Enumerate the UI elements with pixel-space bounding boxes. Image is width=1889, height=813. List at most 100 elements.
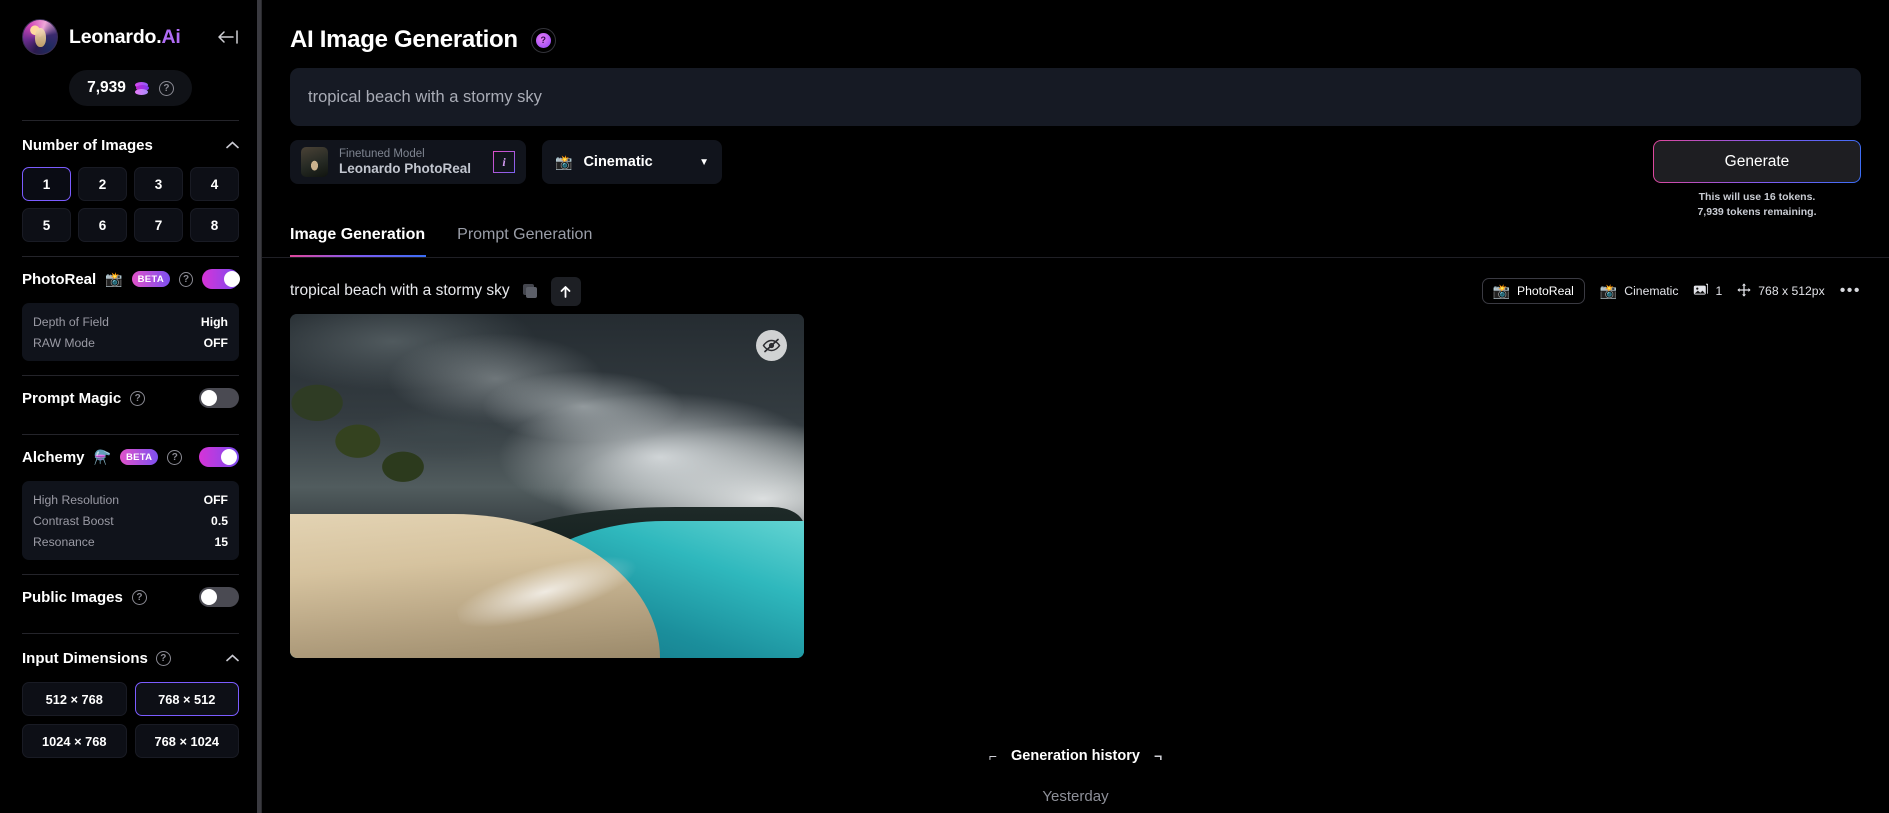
generation-history-header[interactable]: ⌐ Generation history ¬: [989, 748, 1162, 764]
photoreal-help-icon[interactable]: ?: [178, 271, 193, 287]
main-content: AI Image Generation ? tropical beach wit…: [262, 0, 1889, 813]
meta-model-chip[interactable]: 📸 PhotoReal: [1481, 278, 1585, 305]
divider: [22, 120, 239, 121]
credits-value: 7,939: [87, 79, 126, 96]
model-thumbnail: [301, 147, 328, 177]
input-dimensions-help-icon[interactable]: ?: [155, 650, 171, 666]
tab-image-generation[interactable]: Image Generation: [290, 226, 425, 257]
generate-token-note: This will use 16 tokens. 7,939 tokens re…: [1653, 190, 1861, 220]
public-images-help-icon[interactable]: ?: [131, 589, 147, 605]
number-of-images-header[interactable]: Number of Images: [22, 125, 239, 165]
num-images-option-6[interactable]: 6: [78, 208, 127, 242]
result-header: tropical beach with a stormy sky 📸 Photo…: [290, 268, 1861, 314]
camera-flash-icon: 📸: [1599, 283, 1618, 300]
brand-title: Leonardo.Ai: [69, 26, 181, 49]
setting-row[interactable]: High Resolution OFF: [33, 489, 228, 510]
page-title: AI Image Generation: [290, 26, 518, 53]
tab-bar-divider: [262, 257, 1889, 259]
setting-value: OFF: [203, 335, 228, 350]
num-images-option-3[interactable]: 3: [134, 167, 183, 201]
generation-history-section: ⌐ Generation history ¬ Yesterday: [262, 748, 1889, 813]
tab-prompt-generation[interactable]: Prompt Generation: [457, 226, 592, 257]
tab-bar: Image Generation Prompt Generation: [290, 226, 1861, 257]
arrow-down-left-icon: ⌐: [988, 748, 998, 764]
token-cost-line: This will use 16 tokens.: [1698, 191, 1816, 203]
brand-name: Leonardo.: [69, 25, 162, 48]
chevron-down-icon[interactable]: ▼: [699, 157, 709, 168]
arrow-down-right-icon: ¬: [1153, 748, 1163, 764]
alchemy-beta-badge: BETA: [119, 449, 159, 465]
finetuned-model-selector[interactable]: Finetuned Model Leonardo PhotoReal i: [290, 140, 526, 184]
info-circle-icon[interactable]: i: [493, 151, 515, 173]
num-images-option-8[interactable]: 8: [190, 208, 239, 242]
page-header: AI Image Generation ?: [290, 0, 1861, 54]
ellipsis-icon[interactable]: •••: [1840, 283, 1861, 299]
prompt-magic-help-icon[interactable]: ?: [130, 390, 146, 406]
setting-key: High Resolution: [33, 492, 120, 507]
setting-key: RAW Mode: [33, 335, 95, 350]
public-images-row: Public Images ?: [22, 575, 239, 619]
alchemy-settings-panel: High Resolution OFF Contrast Boost 0.5 R…: [22, 481, 239, 560]
photoreal-row: PhotoReal 📸 BETA ?: [22, 257, 240, 301]
chevron-up-icon[interactable]: [226, 141, 239, 149]
chevron-up-icon[interactable]: [226, 654, 239, 662]
token-coins-icon: [134, 81, 150, 95]
alchemy-toggle[interactable]: [199, 447, 239, 467]
sidebar-scrollbar[interactable]: [257, 0, 261, 813]
dimension-option-512x768[interactable]: 512 × 768: [22, 682, 127, 716]
upload-arrow-icon[interactable]: [550, 276, 581, 306]
num-images-option-1[interactable]: 1: [22, 167, 71, 201]
images-icon: [1693, 283, 1709, 299]
leonardo-logo-icon: [22, 19, 58, 55]
setting-value: 15: [214, 534, 228, 549]
help-circle-icon[interactable]: ?: [530, 27, 556, 53]
setting-row[interactable]: Contrast Boost 0.5: [33, 510, 228, 531]
prompt-magic-label: Prompt Magic: [22, 389, 122, 407]
controls-row: Finetuned Model Leonardo PhotoReal i 📸 C…: [290, 140, 1861, 220]
meta-style-chip[interactable]: 📸 Cinematic: [1600, 284, 1679, 298]
setting-row[interactable]: Depth of Field High: [33, 311, 228, 332]
photoreal-toggle[interactable]: [202, 269, 240, 289]
alchemy-label: Alchemy: [22, 448, 85, 466]
photoreal-beta-badge: BETA: [131, 271, 170, 287]
num-images-option-7[interactable]: 7: [134, 208, 183, 242]
result-prompt-text: tropical beach with a stormy sky: [290, 282, 510, 300]
style-selected-value: Cinematic: [583, 154, 653, 170]
input-dimensions-title: Input Dimensions: [22, 649, 148, 667]
history-day-label: Yesterday: [1042, 788, 1109, 805]
setting-row[interactable]: RAW Mode OFF: [33, 332, 228, 353]
brand-suffix: Ai: [161, 25, 181, 48]
setting-key: Contrast Boost: [33, 513, 114, 528]
credits-pill[interactable]: 7,939 ?: [69, 70, 192, 106]
num-images-option-4[interactable]: 4: [190, 167, 239, 201]
setting-value: High: [200, 314, 228, 329]
camera-flash-icon: 📸: [555, 154, 573, 170]
public-images-label: Public Images: [22, 588, 123, 606]
generate-button[interactable]: Generate: [1653, 140, 1861, 183]
brand-row: Leonardo.Ai: [22, 0, 239, 56]
prompt-input[interactable]: tropical beach with a stormy sky: [290, 68, 1861, 126]
public-images-toggle[interactable]: [199, 587, 239, 607]
camera-flash-icon: 📸: [105, 271, 123, 287]
alchemy-help-icon[interactable]: ?: [167, 449, 183, 465]
sidebar-collapse-icon[interactable]: [217, 30, 239, 44]
app-root: Leonardo.Ai 7,939 ? Number of Images 1 2…: [0, 0, 1889, 813]
dimension-option-768x1024[interactable]: 768 × 1024: [134, 724, 239, 758]
resize-arrows-icon: [1737, 283, 1751, 300]
generated-image-card[interactable]: [290, 314, 804, 659]
meta-style-label: Cinematic: [1624, 284, 1679, 299]
meta-model-label: PhotoReal: [1516, 284, 1574, 299]
setting-value: 0.5: [211, 513, 228, 528]
num-images-option-2[interactable]: 2: [78, 167, 127, 201]
meta-dimensions[interactable]: 768 x 512px: [1737, 283, 1825, 300]
copy-icon[interactable]: [522, 283, 538, 299]
dimension-option-1024x768[interactable]: 1024 × 768: [22, 724, 127, 758]
meta-image-count[interactable]: 1: [1693, 283, 1722, 299]
style-dropdown[interactable]: 📸 Cinematic ▼: [542, 140, 722, 184]
setting-row[interactable]: Resonance 15: [33, 531, 228, 552]
credits-help-icon[interactable]: ?: [158, 80, 174, 96]
prompt-magic-toggle[interactable]: [199, 388, 239, 408]
input-dimensions-header[interactable]: Input Dimensions ?: [22, 638, 239, 678]
num-images-option-5[interactable]: 5: [22, 208, 71, 242]
dimension-option-768x512[interactable]: 768 × 512: [134, 682, 239, 716]
